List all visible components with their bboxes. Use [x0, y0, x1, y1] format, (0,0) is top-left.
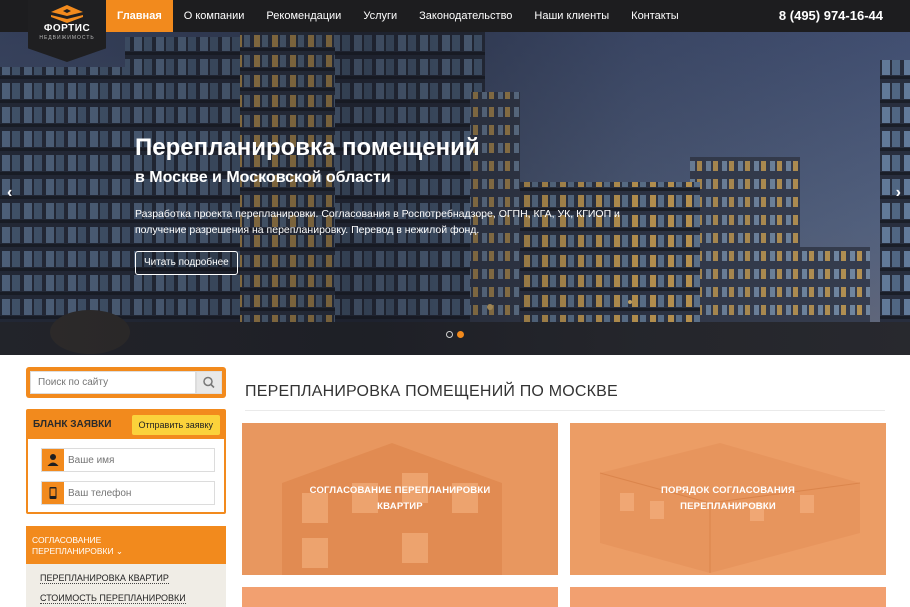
submit-request-button[interactable]: Отправить заявку [131, 415, 220, 435]
read-more-button[interactable]: Читать подробнее [135, 251, 238, 275]
phone-field [41, 481, 215, 505]
card-overlay [242, 587, 558, 607]
hero-overlay [0, 32, 910, 355]
mobile-phone-icon [42, 482, 64, 504]
hero-description: Разработка проекта перепланировки. Согла… [135, 208, 620, 236]
search-button[interactable] [196, 371, 222, 394]
chevron-right-icon[interactable]: › [896, 184, 901, 202]
card-label-line2: ПЕРЕПЛАНИРОВКИ [680, 501, 776, 512]
search-input[interactable] [30, 371, 196, 394]
nav-item-legislation[interactable]: Законодательство [408, 0, 523, 32]
main-nav: Главная О компании Рекомендации Услуги З… [106, 0, 690, 32]
chevron-left-icon[interactable]: ‹ [7, 184, 12, 202]
nav-item-clients[interactable]: Наши клиенты [523, 0, 620, 32]
logo-name: ФОРТИС [43, 23, 91, 34]
site-search [26, 367, 226, 398]
nav-item-about[interactable]: О компании [173, 0, 256, 32]
card-overlay [570, 587, 886, 607]
nav-item-services[interactable]: Услуги [352, 0, 408, 32]
chevron-down-icon: ⌄ [113, 546, 124, 556]
card-label: СОГЛАСОВАНИЕ ПЕРЕПЛАНИРОВКИ КВАРТИР [242, 483, 558, 515]
page-title: ПЕРЕПЛАНИРОВКА ПОМЕЩЕНИЙ ПО МОСКВЕ [245, 383, 618, 400]
service-card-procedure[interactable]: ПОРЯДОК СОГЛАСОВАНИЯ ПЕРЕПЛАНИРОВКИ [570, 423, 886, 575]
order-form-header: БЛАНК ЗАЯВКИ Отправить заявку [28, 411, 224, 439]
slider-dot-2[interactable] [457, 331, 464, 338]
hero-slider: Перепланировка помещений в Москве и Моск… [0, 32, 910, 355]
slider-dot-1[interactable] [446, 331, 453, 338]
sidebar-item-redevelopment-cost[interactable]: СТОИМОСТЬ ПЕРЕПЛАНИРОВКИ [40, 593, 186, 604]
nav-item-recommendations[interactable]: Рекомендации [255, 0, 352, 32]
title-divider [245, 410, 885, 411]
sidebar-menu-header[interactable]: СОГЛАСОВАНИЕ ПЕРЕПЛАНИРОВКИ ⌄ [26, 526, 226, 564]
phone-input[interactable] [68, 484, 208, 502]
service-card-3[interactable] [242, 587, 558, 607]
service-card-4[interactable] [570, 587, 886, 607]
service-card-apartments[interactable]: СОГЛАСОВАНИЕ ПЕРЕПЛАНИРОВКИ КВАРТИР [242, 423, 558, 575]
card-label-line2: КВАРТИР [377, 501, 423, 512]
logo-subtitle: НЕДВИЖИМОСТЬ [39, 35, 95, 41]
hero-title: Перепланировка помещений [135, 134, 480, 161]
name-field [41, 448, 215, 472]
logo-mark-icon [51, 5, 83, 23]
nav-item-contacts[interactable]: Контакты [620, 0, 690, 32]
search-icon [203, 376, 215, 389]
order-form: БЛАНК ЗАЯВКИ Отправить заявку [26, 409, 226, 514]
card-label-line1: СОГЛАСОВАНИЕ ПЕРЕПЛАНИРОВКИ [309, 485, 491, 496]
hero-subtitle: в Москве и Московской области [135, 169, 391, 186]
phone-number[interactable]: 8 (495) 974-16-44 [779, 0, 883, 32]
sidebar-menu-header-line2: ПЕРЕПЛАНИРОВКИ [32, 546, 114, 556]
sidebar-menu: СОГЛАСОВАНИЕ ПЕРЕПЛАНИРОВКИ ⌄ ПЕРЕПЛАНИР… [26, 526, 226, 607]
slider-pagination [446, 331, 464, 338]
sidebar-menu-header-line1: СОГЛАСОВАНИЕ [32, 535, 102, 545]
top-navbar: Главная О компании Рекомендации Услуги З… [0, 0, 910, 32]
name-input[interactable] [68, 451, 208, 469]
sidebar-item-apartment-redevelopment[interactable]: ПЕРЕПЛАНИРОВКА КВАРТИР [40, 573, 169, 584]
card-label-line1: ПОРЯДОК СОГЛАСОВАНИЯ [661, 485, 795, 496]
order-form-title: БЛАНК ЗАЯВКИ [33, 419, 112, 430]
nav-item-home[interactable]: Главная [106, 0, 173, 32]
card-label: ПОРЯДОК СОГЛАСОВАНИЯ ПЕРЕПЛАНИРОВКИ [570, 483, 886, 515]
user-icon [42, 449, 64, 471]
